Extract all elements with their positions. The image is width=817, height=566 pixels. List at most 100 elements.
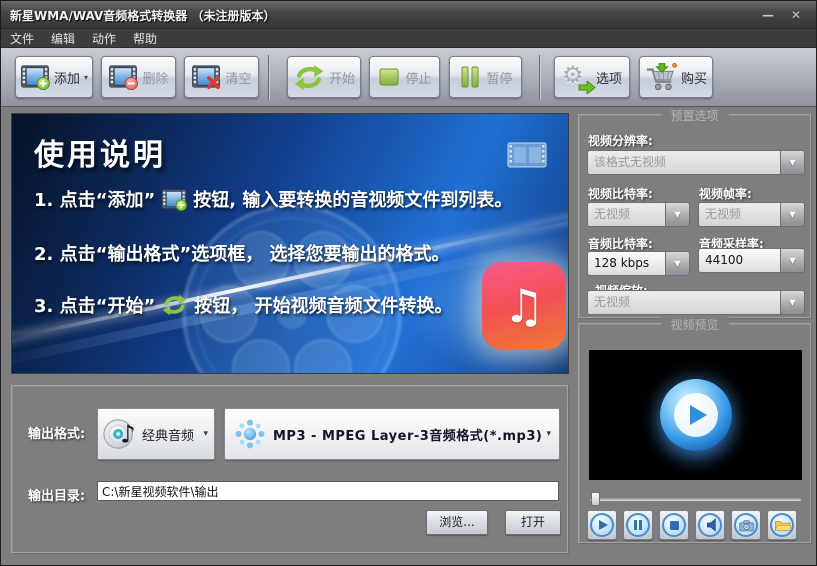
filmstrip-decoration <box>507 142 547 168</box>
video-scale-value: 无视频 <box>587 290 780 315</box>
chevron-down-icon[interactable]: ▼ <box>780 290 805 315</box>
chevron-down-icon[interactable]: ▼ <box>780 202 805 227</box>
play-icon <box>590 513 614 537</box>
preview-play-button[interactable] <box>587 510 617 540</box>
pause-button[interactable]: 暂停 <box>449 56 522 98</box>
options-button[interactable]: ⚙ 选项 <box>554 56 630 98</box>
instructions-title: 使用说明 <box>34 138 166 173</box>
green-arrow-icon <box>578 81 596 94</box>
gear-icon: ⚙ <box>562 63 596 94</box>
close-button[interactable]: ✕ <box>784 7 808 23</box>
audio-bitrate-value: 128 kbps <box>587 251 665 276</box>
output-dir-input[interactable] <box>97 481 559 501</box>
sample-rate-select[interactable]: 44100 ▼ <box>698 248 805 273</box>
add-dropdown-caret: ▾ <box>84 72 89 82</box>
start-label: 开始 <box>328 71 355 87</box>
options-label: 选项 <box>595 71 622 87</box>
menu-edit[interactable]: 编辑 <box>51 30 75 47</box>
film-add-icon <box>162 188 188 211</box>
framerate-select[interactable]: 无视频 ▼ <box>698 202 805 227</box>
buy-label: 购买 <box>680 71 707 87</box>
preset-options-group: 预置选项 视频分辨率: 该格式无视频 ▼ 视频比特率: 视频帧率: 无视频 ▼ … <box>578 107 811 318</box>
preview-snapshot-button[interactable] <box>731 510 761 540</box>
instruction-step-2: 2. 点击“输出格式”选项框， 选择您要输出的格式。 <box>34 244 450 265</box>
instructions-panel: 使用说明 1. 点击“添加” 按钮, 输入要转换的音视频文件到列表。 2. 点击… <box>11 113 569 374</box>
add-button[interactable]: 添加 ▾ <box>15 56 93 98</box>
menu-help[interactable]: 帮助 <box>133 30 157 47</box>
output-format-value: MP3 - MPEG Layer-3音频格式(*.mp3) <box>273 428 543 444</box>
output-dir-label: 输出目录: <box>28 489 86 504</box>
play-icon <box>673 393 718 437</box>
video-scale-select[interactable]: 无视频 ▼ <box>587 290 805 315</box>
sample-rate-value: 44100 <box>698 248 780 273</box>
output-settings-group: 输出格式: ♪ 经典音频 ▾ MP3 - MPEG Layer-3音频格式(*.… <box>11 385 568 553</box>
film-add-icon <box>21 65 50 90</box>
output-format-label: 输出格式: <box>28 427 86 442</box>
preview-group-title: 视频预览 <box>660 316 729 333</box>
resolution-label: 视频分辨率: <box>588 134 653 148</box>
browse-button[interactable]: 浏览... <box>426 510 488 535</box>
seek-slider[interactable] <box>590 492 801 506</box>
chevron-down-icon[interactable]: ▼ <box>780 150 805 175</box>
mp3-format-icon <box>235 419 265 449</box>
minimize-button[interactable]: — <box>756 7 780 23</box>
video-preview-group: 视频预览 <box>578 316 811 543</box>
resolution-value: 该格式无视频 <box>587 150 780 175</box>
convert-arrows-icon <box>294 64 324 90</box>
toolbar: 添加 ▾ 删除 清空 开始 停止 暂停 ⚙ 选项 购买 <box>1 48 816 107</box>
chevron-down-icon[interactable]: ▼ <box>780 248 805 273</box>
chevron-down-icon[interactable]: ▼ <box>665 251 690 276</box>
folder-icon <box>770 513 794 537</box>
clear-button[interactable]: 清空 <box>184 56 259 98</box>
camera-icon <box>734 513 758 537</box>
add-label: 添加 <box>53 71 80 87</box>
stop-button[interactable]: 停止 <box>369 56 440 98</box>
buy-button[interactable]: 购买 <box>639 56 713 98</box>
resolution-select[interactable]: 该格式无视频 ▼ <box>587 150 805 175</box>
window-title: 新星WMA/WAV音频格式转换器 （未注册版本） <box>10 9 276 23</box>
audio-bitrate-label: 音频比特率: <box>588 237 653 251</box>
open-button[interactable]: 打开 <box>505 510 561 535</box>
start-button[interactable]: 开始 <box>287 56 361 98</box>
stop-icon <box>662 513 686 537</box>
seek-track[interactable] <box>590 498 801 501</box>
chevron-down-icon: ▾ <box>203 429 208 439</box>
preview-stop-button[interactable] <box>659 510 689 540</box>
toolbar-separator <box>268 55 269 100</box>
preset-group-title: 预置选项 <box>660 107 729 124</box>
preview-volume-button[interactable] <box>695 510 725 540</box>
instruction-step-1: 1. 点击“添加” 按钮, 输入要转换的音视频文件到列表。 <box>34 186 512 212</box>
pause-label: 暂停 <box>486 71 513 87</box>
instruction-step-3: 3. 点击“开始” 按钮， 开始视频音频文件转换。 <box>34 294 453 317</box>
delete-button[interactable]: 删除 <box>101 56 176 98</box>
convert-arrows-icon <box>163 294 187 316</box>
preview-pause-button[interactable] <box>623 510 653 540</box>
svg-text:♪: ♪ <box>120 420 136 449</box>
video-display-area <box>589 350 802 480</box>
shopping-cart-icon <box>646 63 677 91</box>
music-note-icon: ♫ <box>503 279 545 333</box>
delete-label: 删除 <box>142 71 169 87</box>
framerate-label: 视频帧率: <box>699 187 752 201</box>
pause-bars-icon <box>461 66 479 88</box>
output-format-select[interactable]: MP3 - MPEG Layer-3音频格式(*.mp3) ▾ <box>224 408 560 460</box>
seek-thumb[interactable] <box>591 492 600 506</box>
framerate-value: 无视频 <box>698 202 780 227</box>
stop-label: 停止 <box>405 71 432 87</box>
app-window: 新星WMA/WAV音频格式转换器 （未注册版本） — ✕ 文件 编辑 动作 帮助 <box>0 0 817 566</box>
film-delete-icon <box>109 65 139 90</box>
music-app-icon: ♫ <box>482 262 566 350</box>
video-bitrate-select[interactable]: 无视频 ▼ <box>587 202 690 227</box>
clear-label: 清空 <box>225 71 252 87</box>
cd-audio-icon: ♪ <box>103 419 136 449</box>
format-category-select[interactable]: ♪ 经典音频 ▾ <box>97 408 215 460</box>
stop-square-icon <box>379 68 399 86</box>
video-bitrate-value: 无视频 <box>587 202 665 227</box>
menu-file[interactable]: 文件 <box>10 30 34 47</box>
audio-bitrate-select[interactable]: 128 kbps ▼ <box>587 251 690 276</box>
video-bitrate-label: 视频比特率: <box>588 187 653 201</box>
preview-open-folder-button[interactable] <box>767 510 797 540</box>
chevron-down-icon[interactable]: ▼ <box>665 202 690 227</box>
menu-action[interactable]: 动作 <box>92 30 116 47</box>
play-overlay-button[interactable] <box>659 379 732 451</box>
